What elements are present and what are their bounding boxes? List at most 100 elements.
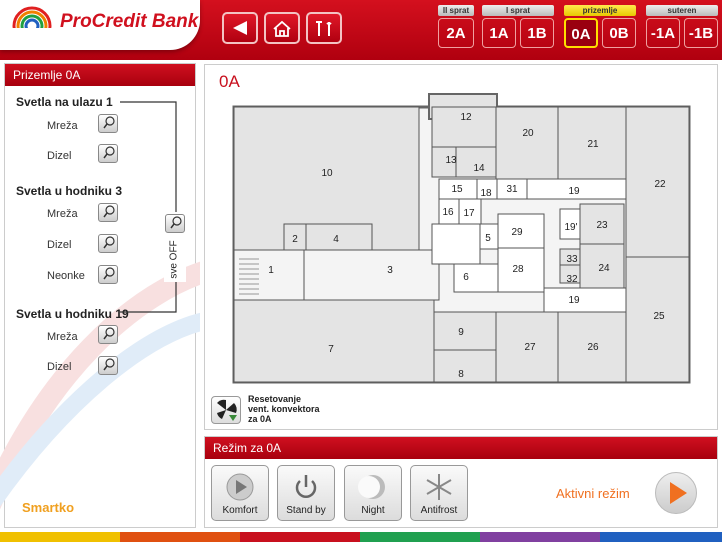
floor-1b-button[interactable]: 1B [520, 18, 554, 48]
light-toggle-hodnik19-dizel[interactable] [98, 356, 118, 375]
mode-label: Antifrost [420, 505, 458, 516]
light-toggle-ulaz-dizel[interactable] [98, 144, 118, 163]
active-mode-button[interactable] [655, 472, 697, 514]
back-arrow-icon [233, 21, 247, 35]
svg-text:33: 33 [566, 254, 578, 265]
mode-antifrost-button[interactable]: Antifrost [410, 465, 468, 521]
svg-text:2: 2 [292, 234, 298, 245]
svg-text:12: 12 [460, 112, 472, 123]
bulb-icon [103, 267, 115, 280]
logo-area: ProCredit Bank [0, 0, 200, 50]
svg-text:20: 20 [522, 128, 534, 139]
svg-text:10: 10 [321, 168, 333, 179]
mode-label: Stand by [286, 505, 326, 516]
mode-label: Night [361, 505, 385, 516]
svg-text:3: 3 [387, 265, 393, 276]
bulb-icon [170, 216, 182, 229]
light-toggle-hodnik19-mreza[interactable] [98, 325, 118, 344]
all-off-button[interactable] [165, 214, 185, 233]
floor-minus1a-button[interactable]: -1A [646, 18, 680, 48]
room-19-bottom [543, 287, 627, 313]
color-strip [240, 532, 360, 542]
reset-convector-button[interactable] [211, 396, 241, 424]
reset-text-line: vent. konvektora [248, 404, 320, 414]
svg-text:5: 5 [485, 233, 491, 244]
color-strip [0, 532, 120, 542]
room-6 [453, 263, 499, 293]
room-4 [305, 223, 373, 252]
row-label-dizel: Dizel [47, 150, 72, 162]
smartko-logo: Smartko [22, 500, 75, 515]
brand-name: ProCredit Bank [60, 11, 199, 32]
bulb-icon [103, 358, 115, 371]
svg-text:17: 17 [463, 208, 475, 219]
light-toggle-hodnik3-dizel[interactable] [98, 234, 118, 253]
play-icon [670, 482, 687, 504]
home-button[interactable] [264, 12, 300, 44]
bulb-icon [103, 205, 115, 218]
room-20 [495, 106, 559, 180]
group-title-ulaz-1: Svetla na ulazu 1 [16, 95, 113, 109]
color-strip [480, 532, 600, 542]
row-label-neonke: Neonke [47, 270, 85, 282]
bulb-icon [103, 146, 115, 159]
group-label-suteren: suteren [646, 5, 718, 16]
all-off-label: sve OFF [168, 240, 180, 279]
floor-2a-button[interactable]: 2A [438, 18, 474, 48]
house-icon [273, 20, 291, 37]
row-label-mreza: Mreža [47, 208, 78, 220]
reset-text-line: za 0A [248, 414, 272, 424]
tools-button[interactable] [306, 12, 342, 44]
svg-text:22: 22 [654, 179, 666, 190]
mode-standby-button[interactable]: Stand by [277, 465, 335, 521]
svg-text:25: 25 [653, 311, 665, 322]
row-label-dizel: Dizel [47, 239, 72, 251]
room-9 [433, 311, 497, 351]
row-label-mreza: Mreža [47, 331, 78, 343]
svg-text:28: 28 [512, 264, 524, 275]
fan-icon [217, 399, 237, 421]
back-button[interactable] [222, 12, 258, 44]
mode-title: Režim za 0A [205, 437, 717, 459]
snowflake-icon [426, 474, 452, 500]
color-strip [600, 532, 722, 542]
svg-text:32: 32 [566, 274, 578, 285]
floor-0a-button[interactable]: 0A [564, 18, 598, 48]
svg-text:31: 31 [506, 184, 518, 195]
svg-text:7: 7 [328, 344, 334, 355]
floor-plan[interactable]: 10 2 4 1 3 7 12 13 14 15 18 31 16 17 5 6… [204, 64, 718, 430]
svg-text:16: 16 [442, 207, 454, 218]
svg-text:1: 1 [268, 265, 274, 276]
active-mode-label: Aktivni režim [556, 486, 630, 501]
color-strip [360, 532, 480, 542]
svg-text:19': 19' [564, 222, 577, 233]
row-label-mreza: Mreža [47, 120, 78, 132]
svg-text:19: 19 [568, 295, 580, 306]
room-8 [433, 349, 497, 383]
floor-1a-button[interactable]: 1A [482, 18, 516, 48]
reset-convector-text: Resetovanje vent. konvektora za 0A [248, 394, 320, 424]
group-label-prizemlje: prizemlje [564, 5, 636, 16]
svg-text:14: 14 [473, 163, 485, 174]
mode-night-button[interactable]: Night [344, 465, 402, 521]
floor-minus1b-button[interactable]: -1B [684, 18, 718, 48]
light-toggle-hodnik3-neonke[interactable] [98, 265, 118, 284]
svg-text:4: 4 [333, 234, 339, 245]
room-7 [233, 299, 435, 383]
color-strip [120, 532, 240, 542]
bulb-icon [103, 327, 115, 340]
light-toggle-hodnik3-mreza[interactable] [98, 203, 118, 222]
svg-text:18: 18 [480, 188, 492, 199]
svg-text:27: 27 [524, 342, 536, 353]
bulb-icon [103, 116, 115, 129]
light-toggle-ulaz-mreza[interactable] [98, 114, 118, 133]
svg-text:15: 15 [451, 184, 463, 195]
floor-0b-button[interactable]: 0B [602, 18, 636, 48]
reset-text-line: Resetovanje [248, 394, 302, 404]
room-stairs [431, 223, 481, 265]
mode-komfort-button[interactable]: Komfort [211, 465, 269, 521]
mode-label: Komfort [222, 505, 258, 516]
group-label-i-sprat: I sprat [482, 5, 554, 16]
svg-text:26: 26 [587, 342, 599, 353]
group-label-ii-sprat: II sprat [438, 5, 474, 16]
